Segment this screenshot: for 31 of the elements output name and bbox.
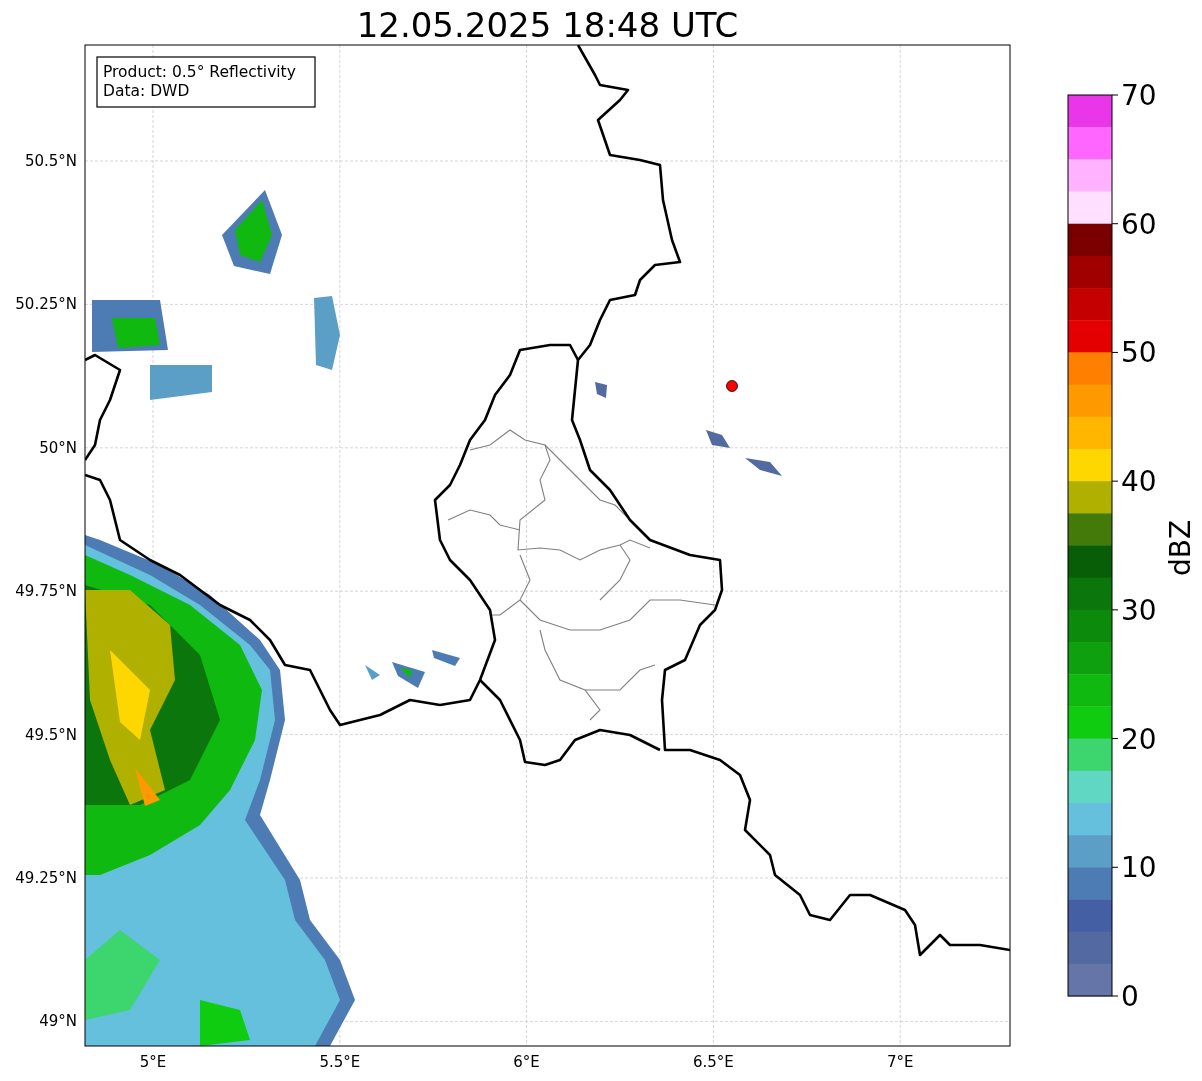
axis-tick-label: 6°E [513, 1053, 540, 1071]
radar-echo [150, 365, 212, 400]
colorbar-tick-label: 30 [1121, 593, 1157, 627]
axis-tick-label: 50.5°N [24, 152, 77, 170]
axis-tick-label: 50.25°N [15, 295, 77, 314]
radar-site-marker [726, 380, 738, 392]
axis-tick-label: 7°E [886, 1053, 914, 1071]
axis-tick-label: 6.5°E [693, 1053, 734, 1071]
colorbar-tick-label: 40 [1121, 465, 1157, 499]
radar-echo [432, 650, 460, 666]
axis-tick-label: 49.25°N [15, 869, 77, 887]
chart-title: 12.05.2025 18:48 UTC [355, 4, 740, 40]
radar-echo [706, 430, 730, 448]
axis-tick-label: 5°E [139, 1053, 167, 1071]
colorbar-label: dBZ [1164, 519, 1197, 577]
info-text: Data: DWD [103, 82, 190, 100]
radar-echo [595, 382, 607, 398]
radar-echo [365, 665, 380, 680]
colorbar-tick-label: 20 [1121, 722, 1157, 756]
info-text: Product: 0.5° Reflectivity [103, 63, 296, 81]
axis-tick-label: 50°N [39, 438, 77, 457]
axis-tick-label: 49°N [39, 1012, 77, 1031]
colorbar-tick-label: 50 [1121, 336, 1157, 370]
colorbar-tick-label: 70 [1121, 79, 1157, 112]
colorbar-tick-label: 10 [1121, 851, 1157, 885]
axis-tick-label: 49.75°N [15, 582, 77, 601]
colorbar-tick-label: 0 [1121, 980, 1139, 1013]
axis-tick-label: 49.5°N [24, 725, 77, 744]
colorbar-tick-label: 60 [1121, 207, 1157, 241]
axis-tick-label: 5.5°E [319, 1053, 361, 1071]
radar-echo [745, 458, 782, 476]
